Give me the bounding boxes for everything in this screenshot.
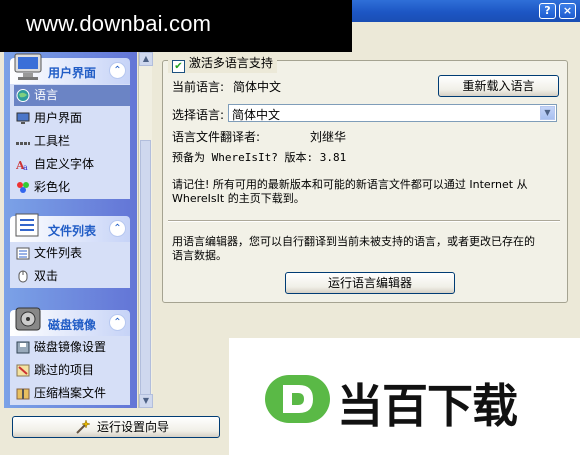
- group-body: 语言 用户界面 工具栏 Aa 自定义字体 彩色化: [10, 84, 130, 199]
- translator-label: 语言文件翻译者:: [172, 130, 261, 144]
- logo-text: 当百下载: [337, 379, 518, 433]
- sidebar-item-label: 压缩档案文件: [34, 386, 107, 400]
- sidebar-scrollbar[interactable]: ▲ ▼: [138, 52, 153, 408]
- collapse-button[interactable]: ⌃: [109, 314, 126, 331]
- editor-description: 用语言编辑器，您可以自行翻译到当前未被支持的语言，或者更改已存在的 语言数据。: [172, 235, 557, 263]
- group-header-disk-image[interactable]: 磁盘镜像 ⌃: [10, 307, 130, 336]
- palette-icon: [17, 182, 29, 193]
- chevron-down-icon[interactable]: ▼: [540, 106, 555, 120]
- separator: [168, 220, 560, 222]
- archive-icon: [16, 388, 30, 400]
- run-setup-wizard-button[interactable]: 运行设置向导: [12, 416, 220, 438]
- run-language-editor-button[interactable]: 运行语言编辑器: [285, 272, 455, 294]
- language-select-value: 简体中文: [232, 108, 281, 122]
- sidebar-item-label: 自定义字体: [34, 157, 95, 171]
- select-language-label: 选择语言:: [172, 108, 225, 122]
- sidebar-item-archive-files[interactable]: 压缩档案文件: [10, 382, 130, 405]
- current-language-label: 当前语言:: [172, 80, 225, 94]
- group-body: 文件列表 双击: [10, 242, 130, 288]
- editor-line-2: 语言数据。: [172, 249, 227, 262]
- sidebar-item-toolbar[interactable]: 工具栏: [10, 130, 130, 153]
- wizard-button-label: 运行设置向导: [97, 420, 170, 434]
- enable-multilang-row[interactable]: ✔ 激活多语言支持: [168, 54, 277, 73]
- sidebar-item-label: 用户界面: [34, 111, 83, 125]
- toolbar-icon: [16, 142, 30, 145]
- group-user-interface: 用户界面 ⌃ 语言 用户界面 工具栏 Aa 自定义字体 彩色化: [10, 53, 130, 199]
- logo-icon: [265, 375, 330, 423]
- enable-multilang-checkbox[interactable]: ✔: [172, 60, 185, 73]
- group-body: 磁盘镜像设置 跳过的项目 压缩档案文件: [10, 336, 130, 405]
- monitor-icon: [16, 112, 30, 124]
- sidebar-item-label: 跳过的项目: [34, 363, 95, 377]
- enable-multilang-label: 激活多语言支持: [188, 56, 273, 70]
- sidebar-item-label: 彩色化: [34, 180, 71, 194]
- watermark-url: www.downbai.com: [26, 11, 212, 36]
- disk-image-group-icon: [15, 307, 41, 331]
- collapse-button[interactable]: ⌃: [109, 220, 126, 237]
- reload-language-button[interactable]: 重新载入语言: [438, 75, 559, 97]
- mouse-icon: [18, 270, 28, 283]
- sidebar-item-label: 语言: [34, 88, 59, 102]
- sidebar-item-custom-font[interactable]: Aa 自定义字体: [10, 153, 130, 176]
- reminder-line-2: WhereIsIt 的主页下载到。: [172, 192, 305, 205]
- scroll-down-icon[interactable]: ▼: [139, 394, 153, 408]
- sidebar-item-label: 双击: [34, 269, 59, 283]
- sidebar-item-user-interface[interactable]: 用户界面: [10, 107, 130, 130]
- close-button[interactable]: ×: [559, 3, 576, 19]
- svg-text:a: a: [23, 163, 28, 171]
- file-list-icon: [16, 247, 30, 260]
- computer-icon: [14, 53, 42, 80]
- scroll-thumb[interactable]: [140, 140, 151, 400]
- group-title: 磁盘镜像: [48, 318, 97, 332]
- disk-image-icon: [16, 341, 30, 354]
- file-list-group-icon: [15, 213, 39, 237]
- group-title: 文件列表: [48, 224, 97, 238]
- watermark-banner: www.downbai.com: [0, 0, 352, 52]
- language-select[interactable]: 简体中文 ▼: [228, 104, 557, 122]
- group-disk-image: 磁盘镜像 ⌃ 磁盘镜像设置 跳过的项目 压缩档案文件: [10, 307, 130, 405]
- sidebar-item-language[interactable]: 语言: [10, 84, 130, 107]
- sidebar-item-disk-image-settings[interactable]: 磁盘镜像设置: [10, 336, 130, 359]
- sidebar-item-file-list[interactable]: 文件列表: [10, 242, 130, 265]
- sidebar-item-label: 文件列表: [34, 246, 83, 260]
- sidebar-item-label: 工具栏: [34, 134, 71, 148]
- sidebar-item-skipped-items[interactable]: 跳过的项目: [10, 359, 130, 382]
- sidebar: 用户界面 ⌃ 语言 用户界面 工具栏 Aa 自定义字体 彩色化 文件列表 ⌃ 文…: [4, 52, 137, 408]
- logo-watermark: 当百下载: [229, 338, 580, 455]
- help-button[interactable]: ?: [539, 3, 556, 19]
- sidebar-item-double-click[interactable]: 双击: [10, 265, 130, 288]
- wizard-icon: [76, 419, 91, 434]
- globe-icon: [16, 89, 30, 102]
- skip-icon: [16, 364, 30, 377]
- reminder-line-1: 请记住! 所有可用的最新版本和可能的新语言文件都可以通过 Internet 从: [172, 178, 528, 191]
- current-language-value: 简体中文: [233, 80, 282, 94]
- reminder-text: 请记住! 所有可用的最新版本和可能的新语言文件都可以通过 Internet 从 …: [172, 178, 557, 206]
- sidebar-item-colorize[interactable]: 彩色化: [10, 176, 130, 199]
- group-header-file-list[interactable]: 文件列表 ⌃: [10, 213, 130, 242]
- group-header-user-interface[interactable]: 用户界面 ⌃: [10, 53, 130, 84]
- group-title: 用户界面: [48, 66, 97, 80]
- scroll-up-icon[interactable]: ▲: [139, 52, 153, 66]
- font-icon: Aa: [16, 159, 28, 171]
- group-file-list: 文件列表 ⌃ 文件列表 双击: [10, 213, 130, 288]
- editor-line-1: 用语言编辑器，您可以自行翻译到当前未被支持的语言，或者更改已存在的: [172, 235, 535, 248]
- sidebar-item-label: 磁盘镜像设置: [34, 340, 107, 354]
- collapse-button[interactable]: ⌃: [109, 62, 126, 79]
- translator-value: 刘继华: [310, 130, 347, 144]
- prepared-for-version: 预备为 WhereIsIt? 版本: 3.81: [172, 151, 347, 164]
